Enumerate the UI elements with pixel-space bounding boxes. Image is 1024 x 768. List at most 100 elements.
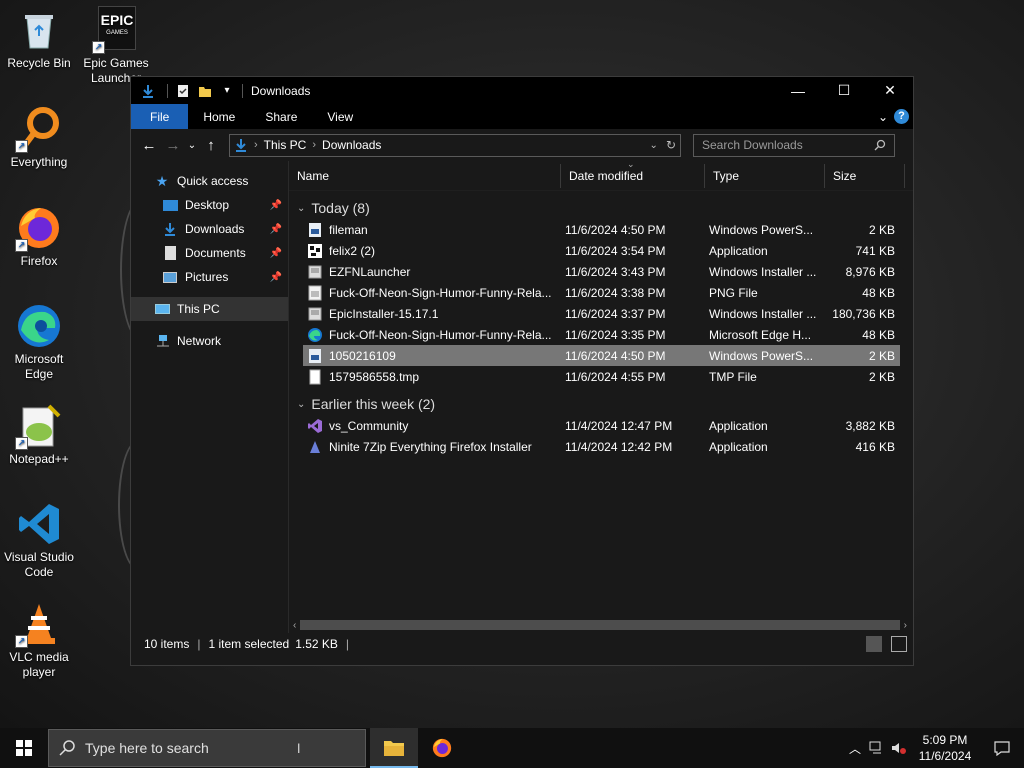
file-explorer-window: ▾ Downloads — ☐ ✕ File Home Share View ⌄…	[130, 76, 914, 666]
nav-desktop[interactable]: Desktop 📌	[131, 193, 288, 217]
chevron-right-icon: ›	[312, 139, 317, 151]
file-size: 741 KB	[855, 243, 895, 258]
address-bar[interactable]: › This PC › Downloads ⌄ ↻	[229, 133, 681, 157]
status-bar: 10 items | 1 item selected 1.52 KB |	[131, 633, 913, 655]
column-header-size[interactable]: Size	[825, 163, 905, 188]
application-icon	[307, 243, 329, 259]
pictures-icon	[161, 269, 179, 285]
nav-this-pc[interactable]: This PC	[131, 297, 288, 321]
desktop-icon-visual-studio-code[interactable]: Visual Studio Code	[1, 500, 77, 580]
file-row[interactable]: EpicInstaller-15.17.1 11/6/2024 3:37 PM Wi…	[303, 303, 900, 324]
desktop-icon-vlc[interactable]: ↗ VLC media player	[1, 600, 77, 680]
large-icons-view-icon[interactable]	[891, 636, 907, 652]
file-name: 1050216109	[329, 348, 396, 363]
maximize-button[interactable]: ☐	[821, 77, 867, 104]
scroll-left-icon[interactable]: ‹	[293, 620, 296, 631]
scroll-right-icon[interactable]: ›	[904, 620, 907, 631]
desktop-icon-label: Recycle Bin	[7, 56, 71, 70]
tab-file[interactable]: File	[131, 104, 189, 129]
help-icon[interactable]: ?	[894, 104, 909, 129]
file-row[interactable]: felix2 (2) 11/6/2024 3:54 PM Application 74…	[303, 240, 900, 261]
expand-ribbon-icon[interactable]: ⌄	[878, 104, 888, 129]
vscode-icon	[15, 500, 63, 548]
pin-icon: 📌	[269, 199, 282, 211]
new-folder-icon[interactable]	[196, 82, 214, 100]
desktop-icon-recycle-bin[interactable]: Recycle Bin	[1, 6, 77, 71]
taskbar-firefox[interactable]	[418, 728, 466, 768]
recent-locations-button[interactable]: ⌄	[185, 133, 199, 157]
pin-icon: 📌	[269, 247, 282, 259]
nav-network[interactable]: Network	[131, 329, 288, 353]
volume-muted-icon[interactable]	[888, 728, 910, 768]
close-button[interactable]: ✕	[867, 77, 913, 104]
download-arrow-icon	[139, 82, 157, 100]
network-icon[interactable]	[866, 728, 888, 768]
nav-quick-access[interactable]: ★ Quick access	[131, 169, 288, 193]
documents-icon	[161, 245, 179, 261]
edge-icon	[15, 302, 63, 350]
file-row[interactable]: Ninite 7Zip Everything Firefox Installer…	[303, 436, 900, 457]
file-row[interactable]: vs_Community 11/4/2024 12:47 PM Applicatio…	[303, 415, 900, 436]
powershell-file-icon	[307, 222, 329, 238]
sort-indicator-icon: ⌄	[627, 159, 635, 169]
column-header-name[interactable]: Name	[289, 163, 561, 188]
nav-documents[interactable]: Documents 📌	[131, 241, 288, 265]
up-button[interactable]: ↑	[199, 133, 223, 157]
forward-button[interactable]: →	[161, 133, 185, 157]
file-date-modified: 11/6/2024 3:54 PM	[565, 243, 666, 258]
column-header-type[interactable]: Type	[705, 163, 825, 188]
status-size: 1.52 KB	[295, 637, 338, 651]
breadcrumb-downloads[interactable]: Downloads	[322, 138, 381, 152]
search-placeholder: Search Downloads	[702, 138, 803, 152]
horizontal-scrollbar[interactable]: ‹ ›	[289, 617, 913, 633]
address-dropdown-icon[interactable]: ⌄	[650, 140, 658, 151]
taskbar-file-explorer[interactable]	[370, 728, 418, 768]
tab-view[interactable]: View	[312, 104, 368, 129]
desktop-icon-firefox[interactable]: ↗ Firefox	[1, 204, 77, 269]
chevron-down-icon: ⌄	[297, 398, 306, 410]
file-name: EpicInstaller-15.17.1	[329, 306, 439, 321]
tab-share[interactable]: Share	[250, 104, 312, 129]
file-row[interactable]: 1579586558.tmp 11/6/2024 4:55 PM TMP File 2…	[303, 366, 900, 387]
taskbar-search-box[interactable]: Type here to search I	[48, 729, 366, 767]
show-hidden-icons-chevron-icon[interactable]: ︿	[844, 728, 866, 768]
refresh-icon[interactable]: ↻	[666, 138, 676, 152]
desktop-icon-epic-games[interactable]: EPIC GAMES ↗ Epic Games Launcher	[78, 6, 154, 86]
details-view-icon[interactable]	[866, 636, 882, 652]
file-row[interactable]: Fuck-Off-Neon-Sign-Humor-Funny-Rela... 11…	[303, 324, 900, 345]
file-size: 48 KB	[862, 327, 895, 342]
file-row[interactable]: EZFNLauncher 11/6/2024 3:43 PM Windows Ins…	[303, 261, 900, 282]
nav-pictures[interactable]: Pictures 📌	[131, 265, 288, 289]
file-type: Microsoft Edge H...	[709, 327, 812, 342]
group-header-today[interactable]: ⌄ Today (8)	[289, 197, 913, 219]
tab-home[interactable]: Home	[188, 104, 250, 129]
file-name: Ninite 7Zip Everything Firefox Installer	[329, 439, 532, 454]
computer-icon	[153, 301, 171, 317]
back-button[interactable]: ←	[137, 133, 161, 157]
file-name-cell: EpicInstaller-15.17.1	[303, 306, 561, 322]
start-button[interactable]	[0, 728, 48, 768]
properties-icon[interactable]	[174, 82, 192, 100]
file-size: 2 KB	[868, 222, 895, 237]
action-center-icon[interactable]	[980, 728, 1024, 768]
minimize-button[interactable]: —	[775, 77, 821, 104]
vlc-icon: ↗	[15, 600, 63, 648]
file-name-cell: 1579586558.tmp	[303, 369, 561, 385]
file-row[interactable]: Fuck-Off-Neon-Sign-Humor-Funny-Rela... 11…	[303, 282, 900, 303]
file-row[interactable]: 1050216109 11/6/2024 4:50 PM Windows Power…	[303, 345, 900, 366]
installer-icon	[307, 264, 329, 280]
customize-quick-access-icon[interactable]: ▾	[218, 82, 236, 100]
desktop-icon-everything[interactable]: ↗ Everything	[1, 105, 77, 170]
explorer-body: ★ Quick access Desktop 📌 Downloads 📌 Doc…	[131, 159, 913, 633]
search-box[interactable]: Search Downloads	[693, 133, 895, 157]
file-row[interactable]: fileman 11/6/2024 4:50 PM Windows PowerS..…	[303, 219, 900, 240]
desktop-icon-notepad-plus-plus[interactable]: ↗ Notepad++	[1, 402, 77, 467]
scrollbar-thumb[interactable]	[300, 620, 900, 630]
ribbon-tabs: File Home Share View ⌄ ?	[131, 104, 913, 129]
desktop-icon-microsoft-edge[interactable]: Microsoft Edge	[1, 302, 77, 382]
nav-downloads[interactable]: Downloads 📌	[131, 217, 288, 241]
group-header-earlier-this-week[interactable]: ⌄ Earlier this week (2)	[289, 393, 913, 415]
breadcrumb-this-pc[interactable]: This PC	[264, 138, 307, 152]
clock[interactable]: 5:09 PM 11/6/2024	[910, 732, 980, 764]
file-date-modified: 11/6/2024 3:35 PM	[565, 327, 666, 342]
